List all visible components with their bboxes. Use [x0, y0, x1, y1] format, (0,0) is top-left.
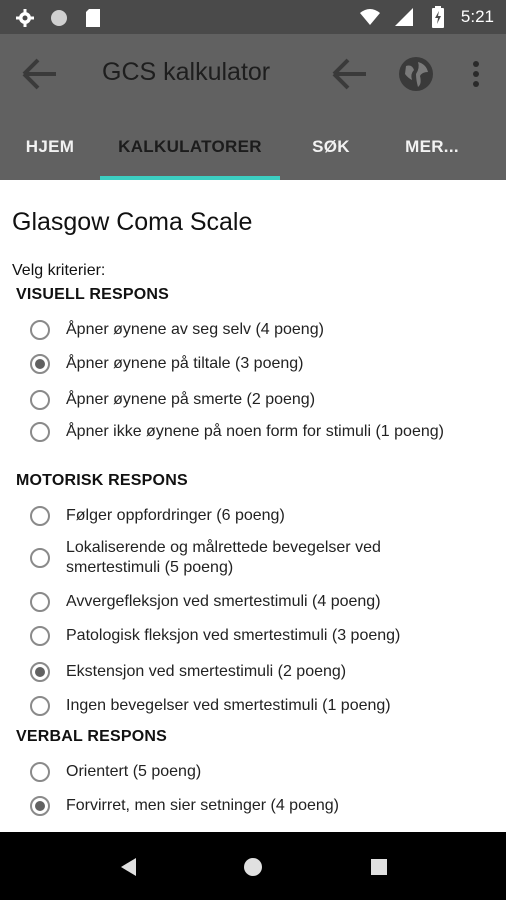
status-time: 5:21: [460, 7, 494, 26]
circle-icon: [48, 7, 70, 29]
recents-square-icon[interactable]: [366, 854, 392, 880]
option-radio[interactable]: Åpner øynene av seg selv (4 poeng): [30, 320, 490, 340]
option-label: Ingen bevegelser ved smertestimuli (1 po…: [66, 697, 391, 714]
option-label: Orientert (5 poeng): [66, 763, 202, 780]
option-radio[interactable]: Ekstensjon ved smertestimuli (2 poeng): [30, 662, 490, 682]
globe-icon[interactable]: [396, 54, 436, 94]
wifi-icon: [359, 6, 381, 28]
radio-button[interactable]: [30, 320, 50, 340]
section-title-verbal: VERBAL RESPONS: [16, 728, 167, 745]
battery-icon: [427, 6, 449, 28]
option-radio[interactable]: Orientert (5 poeng): [30, 762, 490, 782]
option-label: Følger oppfordringer (6 poeng): [66, 507, 285, 524]
tab-mer[interactable]: MER...: [386, 114, 478, 180]
option-label: Lokaliserende og målrettede bevegelser v…: [66, 539, 381, 576]
radio-button[interactable]: [30, 762, 50, 782]
app-bar: GCS kalkulator: [0, 34, 506, 114]
option-label: Patologisk fleksjon ved smertestimuli (3…: [66, 627, 401, 644]
home-circle-icon[interactable]: [240, 854, 266, 880]
app-title: GCS kalkulator: [102, 58, 271, 86]
option-radio[interactable]: Åpner øynene på smerte (2 poeng): [30, 390, 490, 410]
radio-button[interactable]: [30, 592, 50, 612]
option-label: Forvirret, men sier setninger (4 poeng): [66, 797, 339, 814]
gear-icon: [14, 7, 36, 29]
radio-button[interactable]: [30, 506, 50, 526]
tab-hjem[interactable]: HJEM: [10, 114, 90, 180]
more-vert-icon[interactable]: [466, 54, 486, 94]
status-bar: 5:21: [0, 0, 506, 34]
tab-bar: HJEM KALKULATORER SØK MER...: [0, 114, 506, 180]
option-label: Avvergefleksjon ved smertestimuli (4 poe…: [66, 593, 381, 610]
option-radio[interactable]: Åpner ikke øynene på noen form for stimu…: [30, 422, 490, 442]
section-title-visuell: VISUELL RESPONS: [16, 286, 169, 303]
tab-sok[interactable]: SØK: [296, 114, 366, 180]
signal-icon: [393, 6, 415, 28]
criteria-label: Velg kriterier:: [12, 262, 106, 279]
back-triangle-icon[interactable]: [116, 854, 142, 880]
radio-button[interactable]: [30, 696, 50, 716]
option-radio[interactable]: Ingen bevegelser ved smertestimuli (1 po…: [30, 696, 490, 716]
content-area: Glasgow Coma Scale Velg kriterier: VISUE…: [0, 180, 506, 832]
option-radio[interactable]: Følger oppfordringer (6 poeng): [30, 506, 490, 526]
option-radio[interactable]: Avvergefleksjon ved smertestimuli (4 poe…: [30, 592, 490, 612]
radio-button[interactable]: [30, 548, 50, 568]
back-arrow-icon[interactable]: [330, 56, 370, 92]
option-radio[interactable]: Åpner øynene på tiltale (3 poeng): [30, 354, 490, 374]
option-label: Åpner ikke øynene på noen form for stimu…: [66, 423, 444, 440]
option-label: Åpner øynene på smerte (2 poeng): [66, 391, 316, 408]
tab-kalkulatorer[interactable]: KALKULATORER: [100, 114, 280, 180]
option-label: Åpner øynene på tiltale (3 poeng): [66, 355, 304, 372]
radio-button[interactable]: [30, 422, 50, 442]
radio-button[interactable]: [30, 796, 50, 816]
navigation-bar: [0, 832, 506, 900]
page-title: Glasgow Coma Scale: [12, 208, 253, 236]
radio-button[interactable]: [30, 354, 50, 374]
option-radio[interactable]: Forvirret, men sier setninger (4 poeng): [30, 796, 490, 816]
option-radio[interactable]: Lokaliserende og målrettede bevegelser v…: [30, 538, 490, 578]
radio-button[interactable]: [30, 390, 50, 410]
back-arrow-icon[interactable]: [20, 56, 60, 92]
section-title-motorisk: MOTORISK RESPONS: [16, 472, 188, 489]
radio-button[interactable]: [30, 626, 50, 646]
option-label: Ekstensjon ved smertestimuli (2 poeng): [66, 663, 347, 680]
option-label: Åpner øynene av seg selv (4 poeng): [66, 321, 324, 338]
sd-card-icon: [82, 7, 104, 29]
option-radio[interactable]: Patologisk fleksjon ved smertestimuli (3…: [30, 626, 490, 646]
radio-button[interactable]: [30, 662, 50, 682]
